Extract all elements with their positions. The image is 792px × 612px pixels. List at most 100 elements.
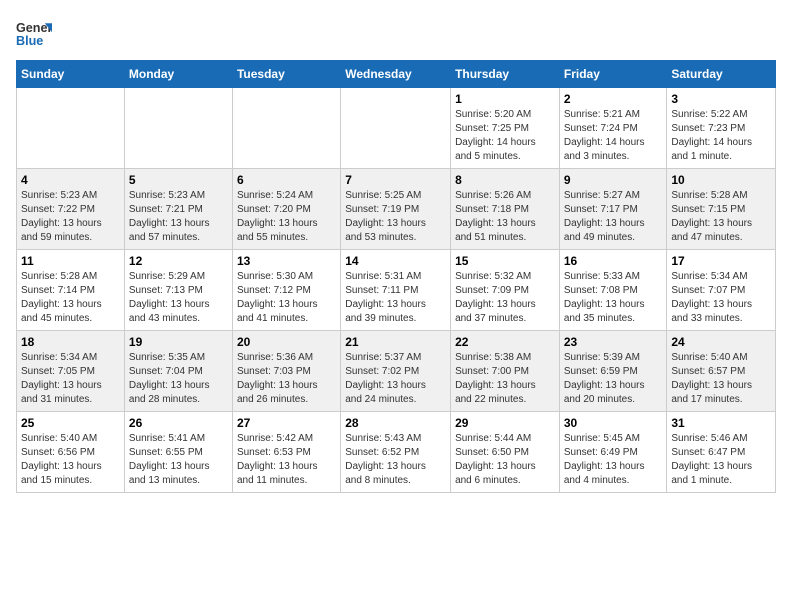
day-info: Sunrise: 5:41 AM Sunset: 6:55 PM Dayligh… (129, 432, 228, 488)
calendar-cell: 21Sunrise: 5:37 AM Sunset: 7:02 PM Dayli… (341, 331, 451, 412)
day-number: 10 (671, 173, 771, 187)
day-number: 30 (564, 416, 663, 430)
day-number: 17 (671, 254, 771, 268)
calendar-cell: 1 Sunrise: 5:20 AM Sunset: 7:25 PM Daylig… (451, 88, 560, 169)
logo: General Blue (16, 16, 56, 52)
day-number: 14 (345, 254, 446, 268)
calendar-cell: 28Sunrise: 5:43 AM Sunset: 6:52 PM Dayli… (341, 412, 451, 493)
calendar-cell: 31 Sunrise: 5:46 AM Sunset: 6:47 PM Dayli… (667, 412, 776, 493)
day-info: Sunrise: 5:42 AM Sunset: 6:53 PM Dayligh… (237, 432, 336, 488)
day-number: 26 (129, 416, 228, 430)
day-number: 25 (21, 416, 120, 430)
day-number: 1 (455, 92, 555, 106)
day-info: Sunrise: 5:35 AM Sunset: 7:04 PM Dayligh… (129, 351, 228, 407)
day-info: Sunrise: 5:45 AM Sunset: 6:49 PM Dayligh… (564, 432, 663, 488)
day-number: 16 (564, 254, 663, 268)
day-info: Sunrise: 5:27 AM Sunset: 7:17 PM Dayligh… (564, 189, 663, 245)
day-number: 13 (237, 254, 336, 268)
calendar-table: SundayMondayTuesdayWednesdayThursdayFrid… (16, 60, 776, 493)
day-number: 18 (21, 335, 120, 349)
day-info: Sunrise: 5:38 AM Sunset: 7:00 PM Dayligh… (455, 351, 555, 407)
day-info: Sunrise: 5:34 AM Sunset: 7:07 PM Dayligh… (671, 270, 771, 326)
day-info: Sunrise: 5:28 AM Sunset: 7:15 PM Dayligh… (671, 189, 771, 245)
calendar-cell: 12 Sunrise: 5:29 AM Sunset: 7:13 PM Dayli… (124, 250, 232, 331)
calendar-header-day: Monday (124, 61, 232, 88)
day-number: 29 (455, 416, 555, 430)
day-number: 20 (237, 335, 336, 349)
day-info: Sunrise: 5:21 AM Sunset: 7:24 PM Dayligh… (564, 108, 663, 164)
page-header: General Blue (16, 16, 776, 52)
calendar-cell: 14 Sunrise: 5:31 AM Sunset: 7:11 PM Dayli… (341, 250, 451, 331)
calendar-week-row: 11 Sunrise: 5:28 AM Sunset: 7:14 PM Dayli… (17, 250, 776, 331)
day-number: 23 (564, 335, 663, 349)
day-info: Sunrise: 5:39 AM Sunset: 6:59 PM Dayligh… (564, 351, 663, 407)
day-info: Sunrise: 5:29 AM Sunset: 7:13 PM Dayligh… (129, 270, 228, 326)
calendar-cell (232, 88, 340, 169)
day-number: 12 (129, 254, 228, 268)
day-number: 4 (21, 173, 120, 187)
day-info: Sunrise: 5:23 AM Sunset: 7:22 PM Dayligh… (21, 189, 120, 245)
day-info: Sunrise: 5:44 AM Sunset: 6:50 PM Dayligh… (455, 432, 555, 488)
calendar-cell: 23 Sunrise: 5:39 AM Sunset: 6:59 PM Dayli… (559, 331, 667, 412)
day-number: 27 (237, 416, 336, 430)
day-number: 22 (455, 335, 555, 349)
day-number: 6 (237, 173, 336, 187)
calendar-cell: 27 Sunrise: 5:42 AM Sunset: 6:53 PM Dayli… (232, 412, 340, 493)
day-info: Sunrise: 5:26 AM Sunset: 7:18 PM Dayligh… (455, 189, 555, 245)
day-info: Sunrise: 5:37 AM Sunset: 7:02 PM Dayligh… (345, 351, 446, 407)
calendar-cell: 17 Sunrise: 5:34 AM Sunset: 7:07 PM Dayli… (667, 250, 776, 331)
calendar-cell (124, 88, 232, 169)
calendar-cell: 20 Sunrise: 5:36 AM Sunset: 7:03 PM Dayli… (232, 331, 340, 412)
day-number: 31 (671, 416, 771, 430)
day-info: Sunrise: 5:28 AM Sunset: 7:14 PM Dayligh… (21, 270, 120, 326)
calendar-cell: 11 Sunrise: 5:28 AM Sunset: 7:14 PM Dayli… (17, 250, 125, 331)
day-number: 5 (129, 173, 228, 187)
calendar-cell: 15Sunrise: 5:32 AM Sunset: 7:09 PM Dayli… (451, 250, 560, 331)
svg-text:Blue: Blue (16, 34, 43, 48)
calendar-cell: 5Sunrise: 5:23 AM Sunset: 7:21 PM Daylig… (124, 169, 232, 250)
calendar-week-row: 18Sunrise: 5:34 AM Sunset: 7:05 PM Dayli… (17, 331, 776, 412)
day-info: Sunrise: 5:25 AM Sunset: 7:19 PM Dayligh… (345, 189, 446, 245)
calendar-cell: 25 Sunrise: 5:40 AM Sunset: 6:56 PM Dayli… (17, 412, 125, 493)
calendar-cell: 22 Sunrise: 5:38 AM Sunset: 7:00 PM Dayli… (451, 331, 560, 412)
calendar-header-day: Sunday (17, 61, 125, 88)
calendar-cell: 6 Sunrise: 5:24 AM Sunset: 7:20 PM Daylig… (232, 169, 340, 250)
day-info: Sunrise: 5:40 AM Sunset: 6:56 PM Dayligh… (21, 432, 120, 488)
calendar-cell: 8 Sunrise: 5:26 AM Sunset: 7:18 PM Daylig… (451, 169, 560, 250)
calendar-header-day: Tuesday (232, 61, 340, 88)
logo-icon: General Blue (16, 16, 52, 52)
calendar-cell: 24 Sunrise: 5:40 AM Sunset: 6:57 PM Dayli… (667, 331, 776, 412)
calendar-header-day: Saturday (667, 61, 776, 88)
day-number: 3 (671, 92, 771, 106)
calendar-cell: 10 Sunrise: 5:28 AM Sunset: 7:15 PM Dayli… (667, 169, 776, 250)
day-info: Sunrise: 5:22 AM Sunset: 7:23 PM Dayligh… (671, 108, 771, 164)
calendar-cell: 7Sunrise: 5:25 AM Sunset: 7:19 PM Daylig… (341, 169, 451, 250)
calendar-week-row: 1 Sunrise: 5:20 AM Sunset: 7:25 PM Daylig… (17, 88, 776, 169)
day-info: Sunrise: 5:20 AM Sunset: 7:25 PM Dayligh… (455, 108, 555, 164)
calendar-week-row: 25 Sunrise: 5:40 AM Sunset: 6:56 PM Dayli… (17, 412, 776, 493)
day-info: Sunrise: 5:24 AM Sunset: 7:20 PM Dayligh… (237, 189, 336, 245)
day-info: Sunrise: 5:31 AM Sunset: 7:11 PM Dayligh… (345, 270, 446, 326)
day-info: Sunrise: 5:40 AM Sunset: 6:57 PM Dayligh… (671, 351, 771, 407)
day-number: 8 (455, 173, 555, 187)
day-number: 24 (671, 335, 771, 349)
day-info: Sunrise: 5:46 AM Sunset: 6:47 PM Dayligh… (671, 432, 771, 488)
day-number: 2 (564, 92, 663, 106)
day-number: 28 (345, 416, 446, 430)
calendar-cell: 26 Sunrise: 5:41 AM Sunset: 6:55 PM Dayli… (124, 412, 232, 493)
calendar-cell: 3 Sunrise: 5:22 AM Sunset: 7:23 PM Daylig… (667, 88, 776, 169)
calendar-header-day: Thursday (451, 61, 560, 88)
calendar-cell (341, 88, 451, 169)
calendar-cell: 16 Sunrise: 5:33 AM Sunset: 7:08 PM Dayli… (559, 250, 667, 331)
day-number: 9 (564, 173, 663, 187)
calendar-week-row: 4 Sunrise: 5:23 AM Sunset: 7:22 PM Daylig… (17, 169, 776, 250)
day-info: Sunrise: 5:33 AM Sunset: 7:08 PM Dayligh… (564, 270, 663, 326)
calendar-header-row: SundayMondayTuesdayWednesdayThursdayFrid… (17, 61, 776, 88)
day-number: 19 (129, 335, 228, 349)
day-info: Sunrise: 5:32 AM Sunset: 7:09 PM Dayligh… (455, 270, 555, 326)
calendar-cell: 2 Sunrise: 5:21 AM Sunset: 7:24 PM Daylig… (559, 88, 667, 169)
calendar-cell: 4 Sunrise: 5:23 AM Sunset: 7:22 PM Daylig… (17, 169, 125, 250)
day-info: Sunrise: 5:36 AM Sunset: 7:03 PM Dayligh… (237, 351, 336, 407)
day-number: 11 (21, 254, 120, 268)
calendar-cell: 18Sunrise: 5:34 AM Sunset: 7:05 PM Dayli… (17, 331, 125, 412)
